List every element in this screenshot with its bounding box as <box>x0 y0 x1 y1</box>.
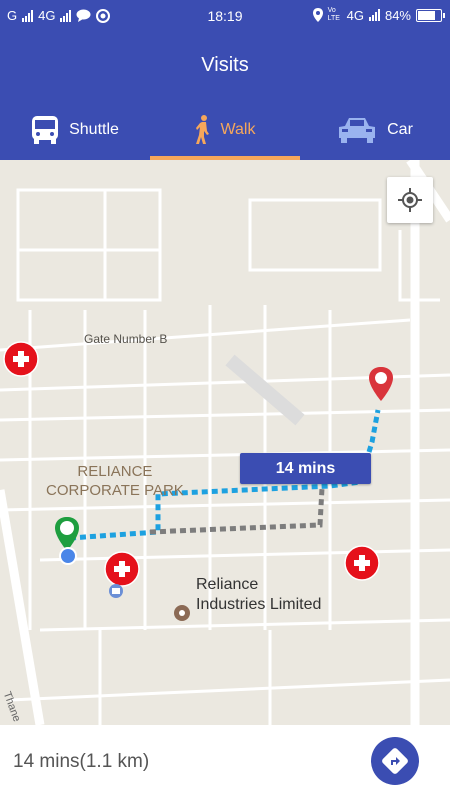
tab-shuttle[interactable]: Shuttle <box>0 100 150 160</box>
map-label-corporate-park-line1: RELIANCE <box>77 463 153 480</box>
directions-icon <box>382 748 408 774</box>
destination-pin-icon[interactable] <box>367 365 395 403</box>
map-label-ril-line1: Reliance <box>196 576 259 593</box>
tab-shuttle-label: Shuttle <box>69 121 119 138</box>
battery-level <box>418 10 435 20</box>
app-bar: Visits Shuttle Walk Car <box>0 30 450 160</box>
map-label-reliance-industries: Reliance Industries Limited <box>196 575 321 615</box>
status-bar: G 4G 18:19 Vo LTE 4G 84% <box>0 0 450 30</box>
car-icon <box>339 118 376 143</box>
map-label-ril-line2: Industries Limited <box>196 596 322 613</box>
map-view[interactable]: Gate Number B RELIANCE CORPORATE PARK Re… <box>0 160 450 725</box>
atm-icon[interactable] <box>108 583 124 599</box>
place-icon[interactable] <box>173 604 191 622</box>
hospital-icon[interactable] <box>344 545 380 581</box>
tab-car-label: Car <box>387 121 413 138</box>
tab-walk[interactable]: Walk <box>150 100 300 160</box>
page-title: Visits <box>201 54 249 76</box>
map-roads <box>0 160 450 725</box>
route-time-badge[interactable]: 14 mins <box>240 453 371 484</box>
transport-tabs: Shuttle Walk Car <box>0 100 450 160</box>
volte-label: Vo LTE <box>327 7 340 22</box>
battery-icon <box>416 8 445 22</box>
battery-percent: 84% <box>384 7 411 23</box>
network-type-label: 4G <box>346 7 364 23</box>
my-location-button[interactable] <box>387 177 433 223</box>
map-label-corporate-park-line2: CORPORATE PARK <box>46 482 184 499</box>
signal-icon-3 <box>368 9 380 21</box>
map-label-gate: Gate Number B <box>84 332 168 346</box>
bus-icon <box>32 116 59 144</box>
route-summary: 14 mins(1.1 km) <box>13 751 150 772</box>
map-label-corporate-park: RELIANCE CORPORATE PARK <box>46 462 184 500</box>
location-icon <box>312 8 323 22</box>
tab-car[interactable]: Car <box>300 100 450 160</box>
hospital-icon[interactable] <box>104 551 140 587</box>
current-location-dot <box>59 547 77 565</box>
walking-person-icon <box>195 115 209 144</box>
tab-walk-label: Walk <box>220 121 256 138</box>
status-right: Vo LTE 4G 84% <box>312 7 445 23</box>
hospital-icon[interactable] <box>3 341 39 377</box>
navigate-button[interactable] <box>371 737 419 785</box>
my-location-icon <box>398 188 422 212</box>
route-summary-bar: 14 mins(1.1 km) <box>0 725 450 800</box>
